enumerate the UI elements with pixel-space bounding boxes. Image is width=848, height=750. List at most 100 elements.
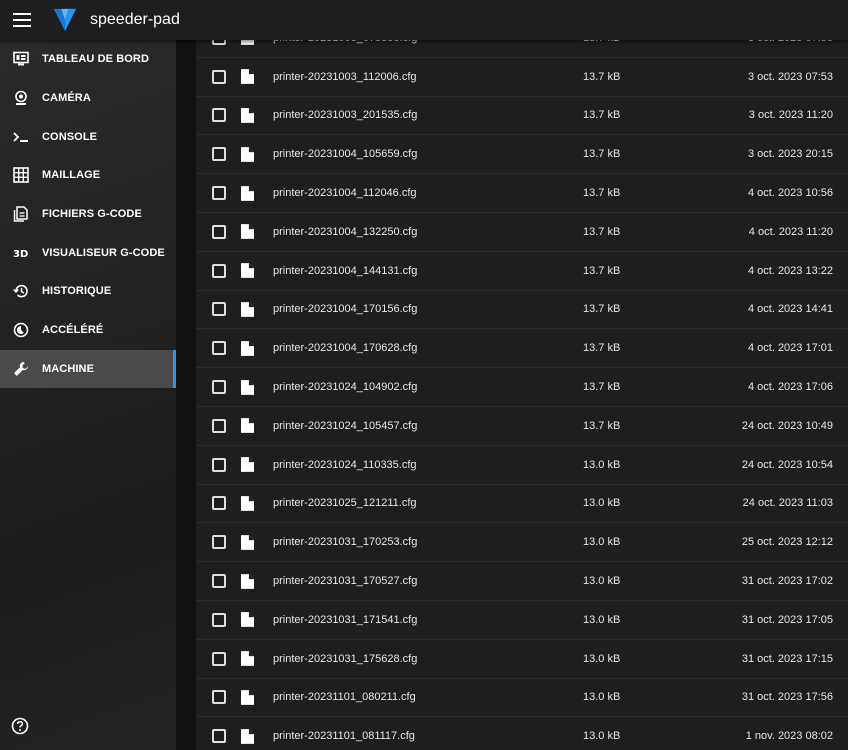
file-name[interactable]: printer-20231004_105659.cfg	[273, 148, 523, 160]
file-name[interactable]: printer-20231004_170628.cfg	[273, 342, 523, 354]
table-row[interactable]: printer-20231004_170156.cfg 13.7 kB 4 oct.…	[196, 290, 848, 330]
file-name[interactable]: printer-20231024_110335.cfg	[273, 459, 523, 471]
row-checkbox[interactable]	[212, 302, 226, 317]
file-size: 13.7 kB	[583, 419, 621, 432]
file-name[interactable]: printer-20231024_105457.cfg	[273, 420, 523, 432]
table-row[interactable]: printer-20231101_080211.cfg 13.0 kB 31 oct…	[196, 678, 848, 718]
file-name[interactable]: printer-20231031_175628.cfg	[273, 653, 523, 665]
row-checkbox[interactable]	[212, 108, 226, 123]
row-checkbox[interactable]	[212, 263, 226, 278]
file-name[interactable]: printer-20231024_104902.cfg	[273, 381, 523, 393]
table-row[interactable]: printer-20231031_170253.cfg 13.0 kB 25 oct…	[196, 523, 848, 563]
row-checkbox[interactable]	[212, 224, 226, 239]
app-bar: speeder-pad	[0, 0, 848, 40]
file-name[interactable]: printer-20231004_112046.cfg	[273, 187, 523, 199]
menu-icon[interactable]	[2, 0, 42, 40]
file-size: 13.0 kB	[583, 691, 621, 704]
file-icon	[241, 107, 255, 123]
table-row[interactable]: printer-20231004_144131.cfg 13.7 kB 4 oct.…	[196, 251, 848, 291]
table-row[interactable]: printer-20231004_105659.cfg 13.7 kB 3 oct.…	[196, 135, 848, 175]
file-icon	[241, 263, 255, 279]
table-row[interactable]: printer-20231003_201535.cfg 13.7 kB 3 oct.…	[196, 96, 848, 136]
row-checkbox[interactable]	[212, 186, 226, 201]
file-icon	[241, 185, 255, 201]
file-name[interactable]: printer-20231101_080211.cfg	[273, 691, 523, 703]
table-row[interactable]: printer-20231025_121211.cfg 13.0 kB 24 oct…	[196, 484, 848, 524]
file-name[interactable]: printer-20231004_144131.cfg	[273, 265, 523, 277]
row-checkbox[interactable]	[212, 612, 226, 627]
file-name[interactable]: printer-20231003_112006.cfg	[273, 71, 523, 83]
table-row[interactable]: printer-20231031_170527.cfg 13.0 kB 31 oct…	[196, 562, 848, 601]
wrench-icon	[12, 360, 30, 378]
table-row[interactable]: printer-20231003_075355.cfg 13.7 kB 3 oct.…	[196, 40, 848, 58]
file-size: 13.7 kB	[583, 225, 621, 238]
file-name[interactable]: printer-20231003_201535.cfg	[273, 109, 523, 121]
table-row[interactable]: printer-20231024_105457.cfg 13.7 kB 24 oct…	[196, 406, 848, 446]
file-size: 13.0 kB	[583, 497, 621, 510]
file-date: 4 oct. 2023 10:56	[747, 187, 833, 200]
file-date: 24 oct. 2023 10:49	[741, 419, 833, 432]
sidebar-item-label: VISUALISEUR G-CODE	[42, 246, 165, 259]
file-size: 13.0 kB	[583, 575, 621, 588]
file-name[interactable]: printer-20231031_171541.cfg	[273, 614, 523, 626]
table-row[interactable]: printer-20231004_170628.cfg 13.7 kB 4 oct.…	[196, 329, 848, 369]
file-date: 4 oct. 2023 17:06	[747, 381, 833, 394]
file-name[interactable]: printer-20231004_170156.cfg	[273, 303, 523, 315]
sidebar: TABLEAU DE BORD CAMÉRA CONSOLE MAILLAGE FICH…	[0, 40, 176, 750]
file-date: 4 oct. 2023 13:22	[747, 264, 833, 277]
row-checkbox[interactable]	[212, 380, 226, 395]
table-row[interactable]: printer-20231004_132250.cfg 13.7 kB 4 oct.…	[196, 212, 848, 252]
file-size: 13.7 kB	[583, 40, 620, 44]
row-checkbox[interactable]	[212, 574, 226, 589]
sidebar-gutter	[176, 40, 196, 750]
row-checkbox[interactable]	[212, 535, 226, 550]
app-title[interactable]: speeder-pad	[90, 11, 180, 29]
file-icon	[241, 340, 255, 356]
file-name[interactable]: printer-20231004_132250.cfg	[273, 226, 523, 238]
row-checkbox[interactable]	[212, 69, 226, 84]
row-checkbox[interactable]	[212, 651, 226, 666]
file-date: 31 oct. 2023 17:05	[741, 613, 833, 626]
dashboard-icon	[12, 50, 30, 68]
logo-icon[interactable]	[52, 6, 80, 34]
table-row[interactable]: printer-20231024_110335.cfg 13.0 kB 24 oct…	[196, 445, 848, 485]
sidebar-item-historique[interactable]: HISTORIQUE	[0, 272, 176, 311]
file-list: printer-20231003_075355.cfg 13.7 kB 3 oct.…	[196, 40, 848, 750]
help-icon[interactable]	[11, 717, 29, 735]
table-row[interactable]: printer-20231101_081117.cfg 13.0 kB 1 nov.…	[196, 717, 848, 750]
file-name[interactable]: printer-20231003_075355.cfg	[273, 40, 523, 44]
row-checkbox[interactable]	[212, 457, 226, 472]
row-checkbox[interactable]	[212, 729, 226, 744]
sidebar-item-maillage[interactable]: MAILLAGE	[0, 156, 176, 195]
table-row[interactable]: printer-20231031_171541.cfg 13.0 kB 31 oct…	[196, 600, 848, 640]
table-row[interactable]: printer-20231031_175628.cfg 13.0 kB 31 oct…	[196, 639, 848, 679]
file-icon	[241, 457, 255, 473]
table-row[interactable]: printer-20231024_104902.cfg 13.7 kB 4 oct.…	[196, 368, 848, 407]
row-checkbox[interactable]	[212, 341, 226, 356]
row-checkbox[interactable]	[212, 496, 226, 511]
sidebar-item-visualiseur-g-code[interactable]: 3D VISUALISEUR G-CODE	[0, 233, 176, 272]
file-size: 13.0 kB	[583, 536, 621, 549]
sidebar-item-label: MAILLAGE	[42, 169, 101, 182]
sidebar-item-tableau-de-bord[interactable]: TABLEAU DE BORD	[0, 40, 176, 79]
file-date: 1 nov. 2023 08:02	[745, 730, 833, 743]
row-checkbox[interactable]	[212, 690, 226, 705]
sidebar-item-camera[interactable]: CAMÉRA	[0, 79, 176, 118]
sidebar-item-fichiers-g-code[interactable]: FICHIERS G-CODE	[0, 195, 176, 234]
row-checkbox[interactable]	[212, 147, 226, 162]
file-name[interactable]: printer-20231031_170527.cfg	[273, 575, 523, 587]
row-checkbox[interactable]	[212, 40, 226, 45]
file-name[interactable]: printer-20231025_121211.cfg	[273, 497, 523, 509]
sidebar-item-machine[interactable]: MACHINE	[0, 349, 176, 389]
sidebar-item-accelere[interactable]: ACCÉLÉRÉ	[0, 311, 176, 350]
sidebar-item-label: ACCÉLÉRÉ	[42, 324, 104, 337]
timelapse-icon	[12, 321, 30, 339]
file-date: 24 oct. 2023 10:54	[741, 458, 833, 471]
sidebar-item-console[interactable]: CONSOLE	[0, 117, 176, 156]
file-name[interactable]: printer-20231031_170253.cfg	[273, 536, 523, 548]
table-row[interactable]: printer-20231004_112046.cfg 13.7 kB 4 oct.…	[196, 174, 848, 213]
table-row[interactable]: printer-20231003_112006.cfg 13.7 kB 3 oct.…	[196, 57, 848, 97]
file-name[interactable]: printer-20231101_081117.cfg	[273, 730, 523, 742]
sidebar-item-label: CAMÉRA	[42, 92, 91, 105]
row-checkbox[interactable]	[212, 418, 226, 433]
